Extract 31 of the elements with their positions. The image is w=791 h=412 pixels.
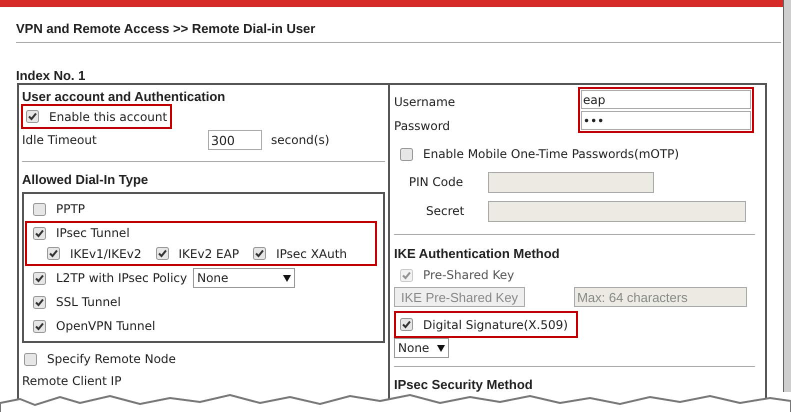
username-field[interactable]: eap	[581, 90, 751, 109]
checkbox-label: OpenVPN Tunnel	[56, 318, 156, 335]
checkbox-label: IPsec XAuth	[276, 246, 348, 262]
field-label: Remote Client IP	[21, 373, 122, 390]
section-title: IKE Authentication Method	[394, 245, 561, 263]
checkbox-label: IPsec Tunnel	[56, 225, 130, 242]
checkbox-label: Enable Mobile One-Time Passwords(mOTP)	[423, 146, 680, 163]
password-field[interactable]: •••	[581, 111, 751, 130]
checkbox-label: PPTP	[56, 201, 86, 218]
field-label: PIN Code	[408, 174, 464, 190]
checkbox-label: Enable this account	[49, 108, 168, 126]
page-title: VPN and Remote Access >> Remote Dial-in User	[16, 20, 316, 38]
checkbox-label: Digital Signature(X.509)	[423, 316, 568, 334]
checkbox-label: L2TP with IPsec Policy	[56, 270, 188, 287]
section-title: Allowed Dial-In Type	[21, 171, 150, 189]
field-label: Idle Timeout	[22, 132, 98, 149]
section-title: User account and Authentication	[21, 88, 226, 104]
checkbox-label: IKEv1/IKEv2	[70, 246, 142, 262]
checkbox-label: SSL Tunnel	[56, 294, 121, 311]
section-title: IPsec Security Method	[394, 376, 533, 394]
field-label: Secret	[425, 203, 466, 220]
timeout-field[interactable]: 300	[208, 130, 262, 150]
checkbox-label: Pre-Shared Key	[423, 267, 514, 284]
unit-label: second(s)	[271, 132, 330, 149]
index-label: Index No. 1	[16, 67, 86, 83]
checkbox-label: IKEv2 EAP	[178, 246, 240, 262]
field-label: Username	[394, 94, 456, 110]
field-label: Password	[394, 118, 452, 134]
policy-select[interactable]: None	[193, 268, 296, 288]
certificate-select[interactable]: None	[394, 338, 449, 358]
checkbox-label: Specify Remote Node	[47, 351, 176, 368]
